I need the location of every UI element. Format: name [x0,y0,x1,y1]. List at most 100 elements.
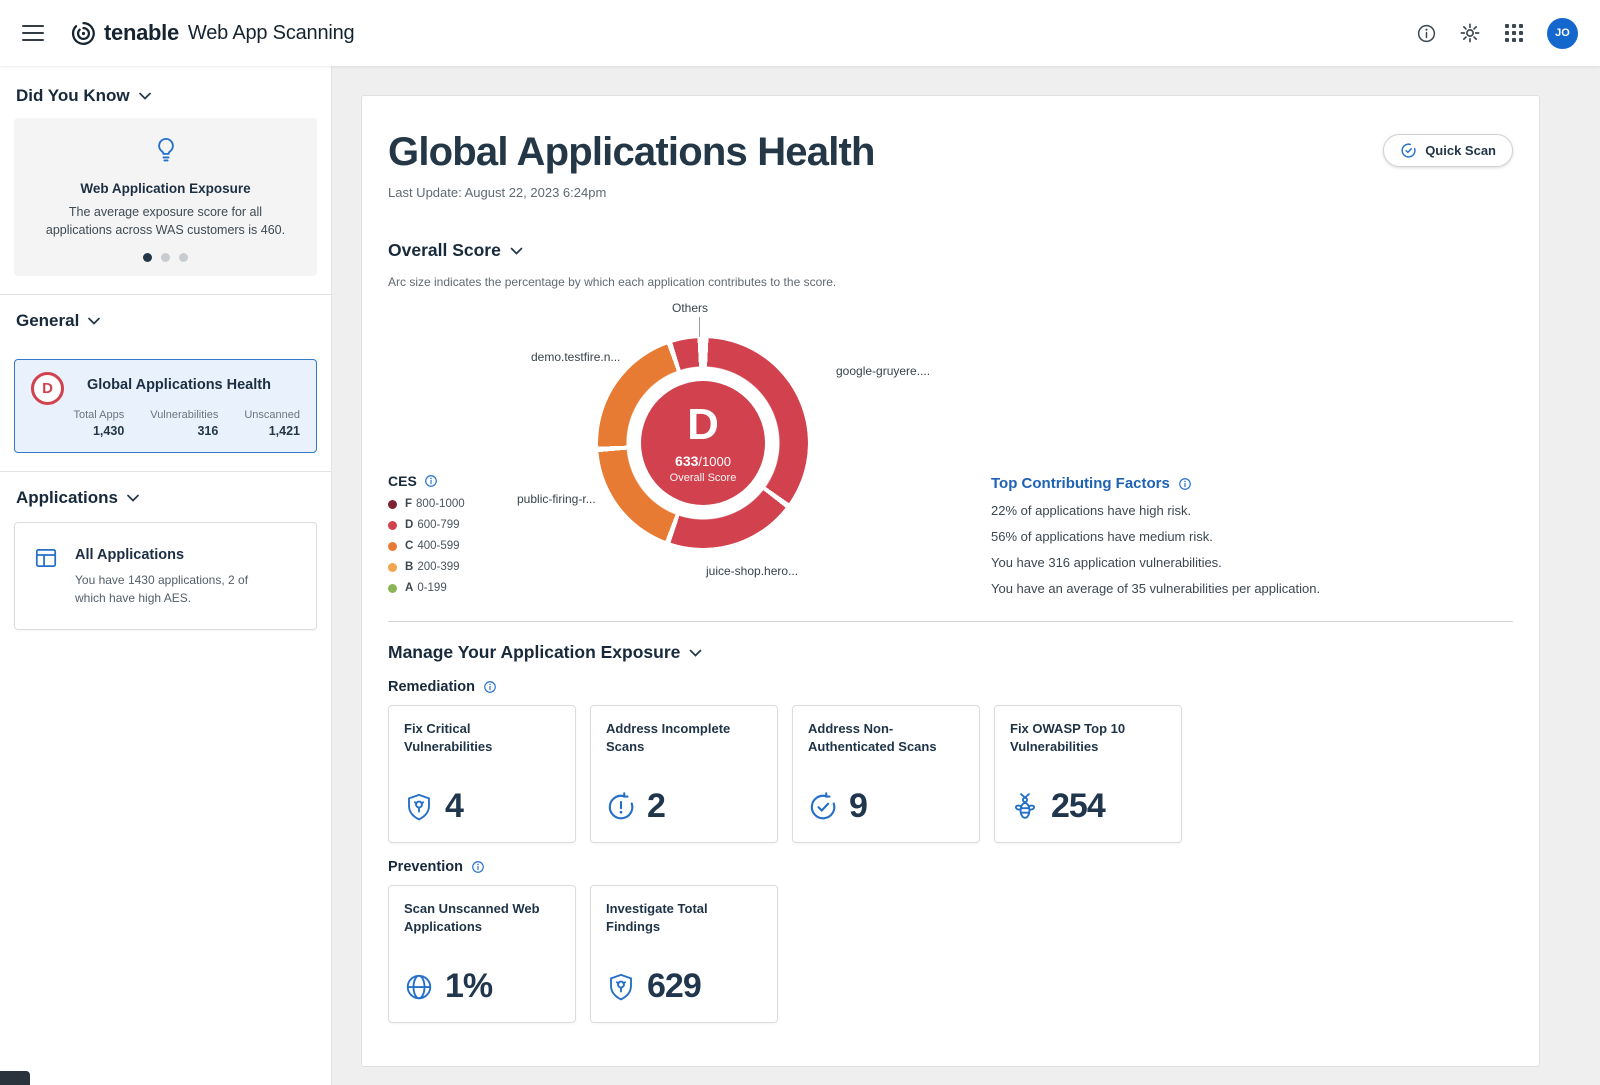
scan-alert-icon [606,792,636,822]
factors-info-icon[interactable] [1178,477,1192,491]
shield-bug-icon [404,791,434,823]
stat-label: Total Apps [74,409,125,421]
general-title: General [16,311,79,331]
segment-label-demo: demo.testfire.n... [531,350,620,364]
legend-item: D600-799 [388,519,465,531]
sidebar-item-global-applications-health[interactable]: D Global Applications Health Total Apps … [14,359,317,453]
card-address-non-authenticated-scans[interactable]: Address Non-Authenticated Scans 9 [792,705,980,843]
card-scan-unscanned-web-applications[interactable]: Scan Unscanned Web Applications 1% [388,885,576,1023]
brand-product: Web App Scanning [188,22,355,45]
stat-label: Unscanned [244,409,300,421]
factor-item: You have an average of 35 vulnerabilitie… [991,581,1320,596]
sidebar: Did You Know Web Application Exposure Th… [0,66,332,1085]
card-fix-critical-vulnerabilities[interactable]: Fix Critical Vulnerabilities 4 [388,705,576,843]
overall-score-value: 633/1000 [675,453,731,469]
info-icon[interactable] [1415,22,1437,44]
overall-score-chart: D 633/1000 Overall Score Others demo.tes… [388,299,1513,617]
card-address-incomplete-scans[interactable]: Address Incomplete Scans 2 [590,705,778,843]
section-divider [388,621,1513,622]
overall-score-header[interactable]: Overall Score [388,240,1513,261]
score-donut-center: D 633/1000 Overall Score [641,381,765,505]
app-grid-icon[interactable] [1503,22,1525,44]
legend-dot-c [388,542,397,551]
did-you-know-card: Web Application Exposure The average exp… [14,118,317,276]
scan-check-icon [808,792,838,822]
tenable-logo-icon [70,20,97,47]
general-header[interactable]: General [0,311,331,331]
sidebar-card-title: Global Applications Health [87,373,302,393]
applications-title: Applications [16,488,118,508]
prevention-info-icon[interactable] [471,860,485,874]
legend-item: F800-1000 [388,498,465,510]
legend-dot-a [388,584,397,593]
all-applications-text: You have 1430 applications, 2 of which h… [75,571,275,607]
legend-item: C400-599 [388,540,465,552]
stat-value: 1,430 [74,424,125,438]
carousel-dot-1[interactable] [143,253,152,262]
help-tab[interactable] [0,1071,30,1085]
manage-exposure-title: Manage Your Application Exposure [388,642,680,663]
overall-score-label: Overall Score [670,472,737,484]
prevention-cards: Scan Unscanned Web Applications 1% Inves… [388,885,1513,1023]
stat-value: 316 [150,424,218,438]
remediation-info-icon[interactable] [483,680,497,694]
topbar: tenable Web App Scanning JO [0,0,1600,66]
segment-label-public: public-firing-r... [517,492,596,506]
card-fix-owasp-top10[interactable]: Fix OWASP Top 10 Vulnerabilities 254 [994,705,1182,843]
score-donut: D 633/1000 Overall Score [598,338,808,548]
scan-icon [1400,142,1417,159]
brand-name: tenable [104,20,179,46]
quick-scan-button[interactable]: Quick Scan [1383,134,1513,167]
segment-label-google: google-gruyere.... [836,364,930,378]
settings-gear-icon[interactable] [1459,22,1481,44]
globe-icon [404,972,434,1002]
label-connector-line [699,317,700,337]
carousel-dot-2[interactable] [161,253,170,262]
chevron-down-icon [510,247,523,255]
did-you-know-header[interactable]: Did You Know [0,86,331,106]
ces-info-icon[interactable] [424,474,438,488]
legend-dot-b [388,563,397,572]
shield-bug-icon [606,971,636,1003]
legend-item: A0-199 [388,582,465,594]
carousel-dot-3[interactable] [179,253,188,262]
wasp-icon [1010,791,1040,823]
ces-label: CES [388,473,417,489]
factor-item: 56% of applications have medium risk. [991,529,1320,544]
table-icon [33,545,59,607]
prevention-header: Prevention [388,859,1513,875]
lightbulb-icon [152,136,180,166]
manage-exposure-header[interactable]: Manage Your Application Exposure [388,642,1513,663]
chevron-down-icon [88,317,100,325]
legend-item: B200-399 [388,561,465,573]
all-applications-title: All Applications [75,547,275,563]
overall-score-caption: Arc size indicates the percentage by whi… [388,275,1513,289]
remediation-cards: Fix Critical Vulnerabilities 4 Address I… [388,705,1513,843]
legend-dot-d [388,521,397,530]
chevron-down-icon [127,494,139,502]
main-content: Global Applications Health Last Update: … [332,66,1600,1085]
chevron-down-icon [139,92,151,100]
last-update: Last Update: August 22, 2023 6:24pm [388,185,875,200]
grade-badge: D [31,372,64,405]
did-you-know-title: Did You Know [16,86,130,106]
remediation-label: Remediation [388,679,475,695]
user-avatar[interactable]: JO [1547,18,1578,49]
legend-dot-f [388,500,397,509]
segment-label-juice: juice-shop.hero... [706,564,798,578]
sidebar-item-all-applications[interactable]: All Applications You have 1430 applicati… [14,522,317,630]
overall-score-title: Overall Score [388,240,501,261]
applications-header[interactable]: Applications [0,488,331,508]
quick-scan-label: Quick Scan [1425,143,1496,158]
factor-item: You have 316 application vulnerabilities… [991,555,1320,570]
card-investigate-total-findings[interactable]: Investigate Total Findings 629 [590,885,778,1023]
did-you-know-card-text: The average exposure score for all appli… [38,203,293,239]
ces-legend: CES F800-1000 D600-799 [388,473,465,594]
page-title: Global Applications Health [388,130,875,175]
brand: tenable Web App Scanning [70,20,354,47]
hamburger-menu-icon[interactable] [22,25,44,41]
prevention-label: Prevention [388,859,463,875]
sidebar-card-stats: Total Apps 1,430 Vulnerabilities 316 Uns… [29,409,302,438]
dashboard-card: Global Applications Health Last Update: … [361,95,1540,1067]
top-contributing-factors: Top Contributing Factors 22% of applicat… [991,475,1320,596]
